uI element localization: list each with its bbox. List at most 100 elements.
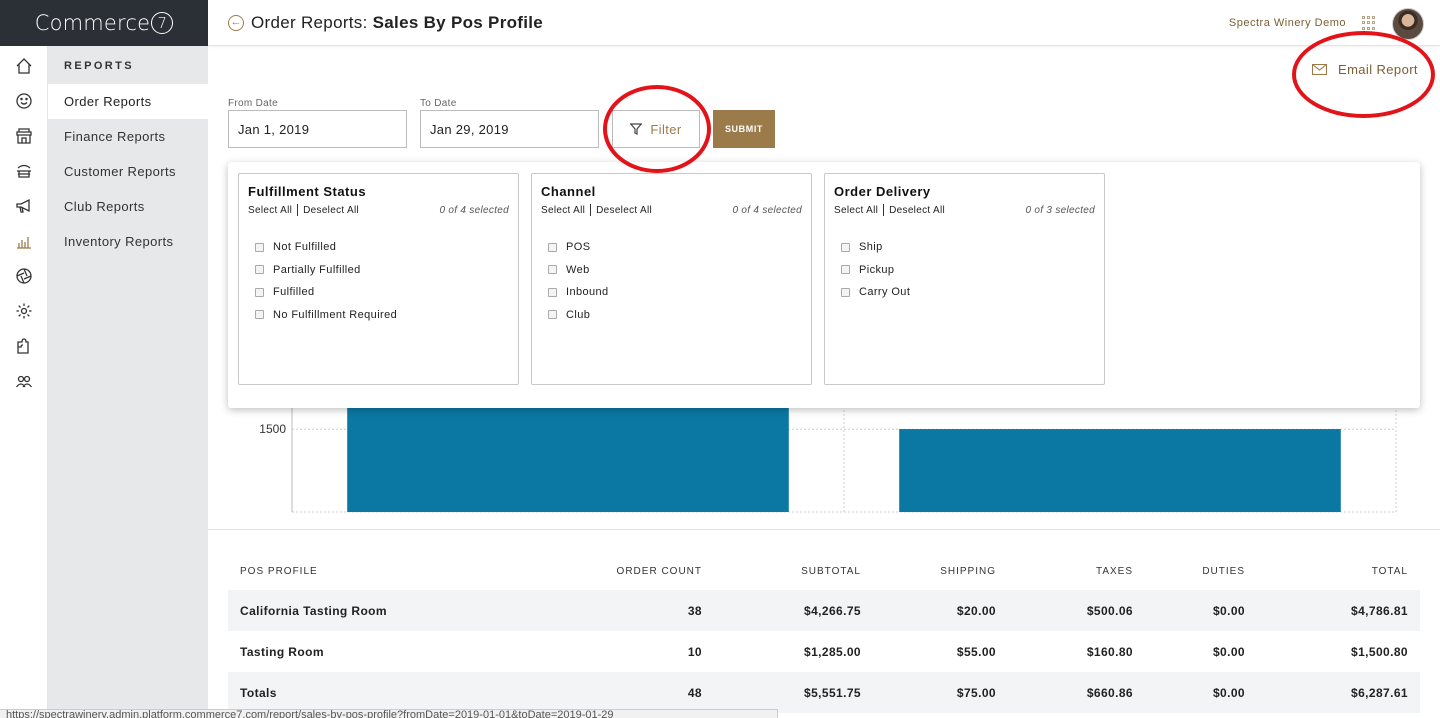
sidebar-item-club-reports[interactable]: Club Reports bbox=[48, 189, 208, 224]
cell-order-count: 10 bbox=[687, 644, 702, 659]
checkbox[interactable] bbox=[548, 310, 557, 320]
cell-shipping: $75.00 bbox=[956, 685, 996, 700]
checkbox[interactable] bbox=[255, 310, 264, 320]
app-grid-icon[interactable] bbox=[1362, 16, 1376, 30]
sidebar-item-finance-reports[interactable]: Finance Reports bbox=[48, 119, 208, 154]
filter-option-club[interactable]: Club bbox=[541, 304, 802, 327]
filter-popover: Fulfillment Status Select All Deselect Al… bbox=[228, 162, 1420, 408]
cell-taxes: $660.86 bbox=[1086, 685, 1133, 700]
chart-icon[interactable] bbox=[0, 223, 47, 258]
table-row[interactable]: California Tasting Room 38 $4,266.75 $20… bbox=[228, 590, 1420, 631]
cell-order-count: 48 bbox=[687, 685, 702, 700]
checkbox[interactable] bbox=[255, 265, 264, 275]
sidebar-item-customer-reports[interactable]: Customer Reports bbox=[48, 154, 208, 189]
wine-glass-icon[interactable] bbox=[0, 153, 47, 188]
from-date-input[interactable] bbox=[228, 110, 407, 148]
filter-option-ship[interactable]: Ship bbox=[834, 236, 1095, 259]
home-icon[interactable] bbox=[0, 48, 47, 83]
back-arrow-icon[interactable]: ← bbox=[228, 14, 244, 31]
filter-option-partially-fulfilled[interactable]: Partially Fulfilled bbox=[248, 259, 509, 282]
sidebar-item-inventory-reports[interactable]: Inventory Reports bbox=[48, 224, 208, 259]
checkbox[interactable] bbox=[548, 242, 557, 252]
filter-group-title: Fulfillment Status bbox=[248, 184, 367, 199]
users-icon[interactable] bbox=[0, 363, 47, 398]
checkbox[interactable] bbox=[255, 242, 264, 252]
checkbox[interactable] bbox=[255, 287, 264, 297]
selected-count: 0 of 4 selected bbox=[732, 204, 802, 216]
sales-bar-chart: 1500 bbox=[259, 406, 1397, 513]
option-label: POS bbox=[566, 241, 591, 254]
deselect-all-link[interactable]: Deselect All bbox=[889, 205, 945, 216]
filter-group-channel: Channel Select All Deselect All 0 of 4 se… bbox=[531, 173, 812, 385]
email-report-button[interactable]: Email Report bbox=[1312, 62, 1418, 77]
to-date-input[interactable] bbox=[420, 110, 599, 148]
store-icon[interactable] bbox=[0, 118, 47, 153]
cell-taxes: $500.06 bbox=[1086, 603, 1133, 618]
column-header[interactable]: SUBTOTAL bbox=[702, 566, 861, 577]
report-table: POS PROFILE ORDER COUNT SUBTOTAL SHIPPIN… bbox=[228, 552, 1420, 713]
filter-option-carry-out[interactable]: Carry Out bbox=[834, 281, 1095, 304]
column-header[interactable]: ORDER COUNT bbox=[568, 566, 702, 577]
table-row[interactable]: Tasting Room 10 $1,285.00 $55.00 $160.80… bbox=[228, 631, 1420, 672]
table-header-row: POS PROFILE ORDER COUNT SUBTOTAL SHIPPIN… bbox=[228, 552, 1420, 590]
megaphone-icon[interactable] bbox=[0, 188, 47, 223]
brand-logo[interactable]: Commerce 7 bbox=[0, 0, 208, 46]
column-header[interactable]: TAXES bbox=[996, 566, 1133, 577]
filter-option-pickup[interactable]: Pickup bbox=[834, 259, 1095, 282]
select-all-link[interactable]: Select All bbox=[541, 205, 585, 216]
y-tick-label: 1500 bbox=[259, 422, 286, 436]
cell-duties: $0.00 bbox=[1212, 603, 1245, 618]
filter-option-inbound[interactable]: Inbound bbox=[541, 281, 802, 304]
option-label: Inbound bbox=[566, 286, 609, 299]
filter-option-pos[interactable]: POS bbox=[541, 236, 802, 259]
filter-option-web[interactable]: Web bbox=[541, 259, 802, 282]
aperture-icon[interactable] bbox=[0, 258, 47, 293]
email-report-label: Email Report bbox=[1338, 62, 1418, 77]
icon-rail bbox=[0, 46, 48, 718]
cell-shipping: $20.00 bbox=[956, 603, 996, 618]
checkbox[interactable] bbox=[841, 242, 850, 252]
column-header[interactable]: DUTIES bbox=[1133, 566, 1245, 577]
user-avatar[interactable] bbox=[1392, 8, 1424, 40]
smiley-icon[interactable] bbox=[0, 83, 47, 118]
checkbox[interactable] bbox=[841, 287, 850, 297]
option-label: Carry Out bbox=[859, 286, 911, 299]
checkbox[interactable] bbox=[841, 265, 850, 275]
column-header[interactable]: POS PROFILE bbox=[228, 566, 568, 577]
envelope-icon bbox=[1312, 64, 1327, 75]
column-header[interactable]: SHIPPING bbox=[861, 566, 996, 577]
sidebar-title: REPORTS bbox=[64, 60, 134, 72]
cell-total: $4,786.81 bbox=[1351, 603, 1408, 618]
filter-group-title: Channel bbox=[541, 184, 596, 199]
select-all-link[interactable]: Select All bbox=[834, 205, 878, 216]
cell-total: $6,287.61 bbox=[1351, 685, 1408, 700]
column-header[interactable]: TOTAL bbox=[1245, 566, 1408, 577]
puzzle-icon[interactable] bbox=[0, 328, 47, 363]
page-title: Order Reports: Sales By Pos Profile bbox=[251, 13, 543, 33]
option-label: Partially Fulfilled bbox=[273, 263, 361, 276]
filter-group-order-delivery: Order Delivery Select All Deselect All 0 … bbox=[824, 173, 1105, 385]
select-all-link[interactable]: Select All bbox=[248, 205, 292, 216]
filter-button-label: Filter bbox=[650, 121, 682, 137]
option-label: Club bbox=[566, 308, 591, 321]
option-label: Web bbox=[566, 263, 590, 276]
filter-group-title: Order Delivery bbox=[834, 184, 931, 199]
cell-duties: $0.00 bbox=[1212, 644, 1245, 659]
deselect-all-link[interactable]: Deselect All bbox=[303, 205, 359, 216]
cell-pos-profile: California Tasting Room bbox=[240, 603, 387, 618]
cell-subtotal: $5,551.75 bbox=[804, 685, 861, 700]
filter-option-not-fulfilled[interactable]: Not Fulfilled bbox=[248, 236, 509, 259]
submit-button[interactable]: SUBMIT bbox=[713, 110, 775, 148]
cell-total: $1,500.80 bbox=[1351, 644, 1408, 659]
filter-option-no-fulfillment-required[interactable]: No Fulfillment Required bbox=[248, 304, 509, 327]
deselect-all-link[interactable]: Deselect All bbox=[596, 205, 652, 216]
gear-icon[interactable] bbox=[0, 293, 47, 328]
filter-button[interactable]: Filter bbox=[612, 110, 700, 148]
cell-order-count: 38 bbox=[687, 603, 702, 618]
checkbox[interactable] bbox=[548, 287, 557, 297]
sidebar-item-order-reports[interactable]: Order Reports bbox=[48, 84, 208, 119]
account-name[interactable]: Spectra Winery Demo bbox=[1229, 17, 1346, 29]
chart-y-ticks: 1500 bbox=[259, 422, 286, 436]
checkbox[interactable] bbox=[548, 265, 557, 275]
filter-option-fulfilled[interactable]: Fulfilled bbox=[248, 281, 509, 304]
